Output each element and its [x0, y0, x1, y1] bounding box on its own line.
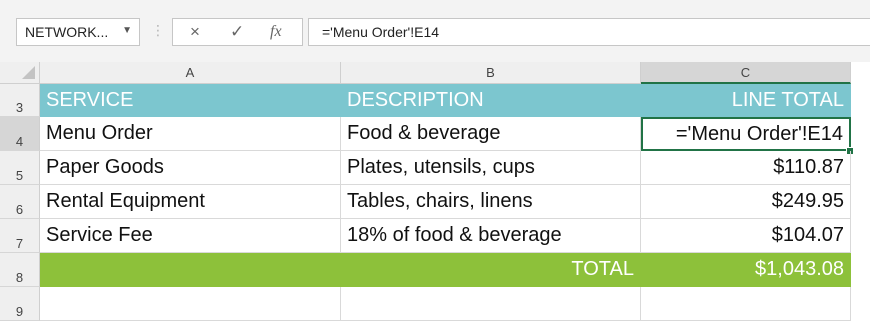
formula-bar: NETWORK... ▼ ⋮ × ✓ fx ='Menu Order'!E14 — [0, 0, 870, 62]
cell-a6[interactable]: Rental Equipment — [40, 185, 341, 219]
row-header-6[interactable]: 6 — [0, 185, 40, 219]
cell-b6[interactable]: Tables, chairs, linens — [341, 185, 641, 219]
enter-icon[interactable]: ✓ — [230, 22, 244, 42]
cell-a5[interactable]: Paper Goods — [40, 151, 341, 185]
row-header-8[interactable]: 8 — [0, 253, 40, 287]
cell-c7[interactable]: $104.07 — [641, 219, 851, 253]
chevron-down-icon[interactable]: ▼ — [122, 25, 132, 36]
cell-a7[interactable]: Service Fee — [40, 219, 341, 253]
cell-b4[interactable]: Food & beverage — [341, 117, 641, 151]
cell-a4[interactable]: Menu Order — [40, 117, 341, 151]
cell-a8[interactable] — [40, 253, 341, 287]
row-header-4[interactable]: 4 — [0, 117, 40, 151]
cancel-icon[interactable]: × — [190, 22, 200, 42]
row-header-3[interactable]: 3 — [0, 84, 40, 117]
cell-c4-active[interactable]: ='Menu Order'!E14 — [641, 117, 851, 151]
column-header-b[interactable]: B — [341, 62, 641, 84]
row-header-5[interactable]: 5 — [0, 151, 40, 185]
cell-c8-total-value[interactable]: $1,043.08 — [641, 253, 851, 287]
cell-a3[interactable]: SERVICE — [40, 84, 341, 117]
formula-buttons: × ✓ fx — [172, 18, 303, 46]
formula-input[interactable]: ='Menu Order'!E14 — [308, 18, 870, 46]
name-box[interactable]: NETWORK... ▼ — [16, 18, 140, 46]
cell-b5[interactable]: Plates, utensils, cups — [341, 151, 641, 185]
select-all-icon — [22, 66, 35, 79]
drag-handle-icon[interactable]: ⋮ — [151, 22, 165, 39]
name-box-value: NETWORK... — [25, 24, 109, 40]
formula-text: ='Menu Order'!E14 — [322, 24, 440, 40]
column-header-c[interactable]: C — [641, 62, 851, 84]
cell-c3[interactable]: LINE TOTAL — [641, 84, 851, 117]
column-header-a[interactable]: A — [40, 62, 341, 84]
insert-function-icon[interactable]: fx — [270, 23, 282, 41]
select-all-corner[interactable] — [0, 62, 40, 84]
row-header-7[interactable]: 7 — [0, 219, 40, 253]
cell-b8-total-label[interactable]: TOTAL — [341, 253, 641, 287]
cell-b3[interactable]: DESCRIPTION — [341, 84, 641, 117]
cell-b7[interactable]: 18% of food & beverage — [341, 219, 641, 253]
cell-c6[interactable]: $249.95 — [641, 185, 851, 219]
cell-c5[interactable]: $110.87 — [641, 151, 851, 185]
